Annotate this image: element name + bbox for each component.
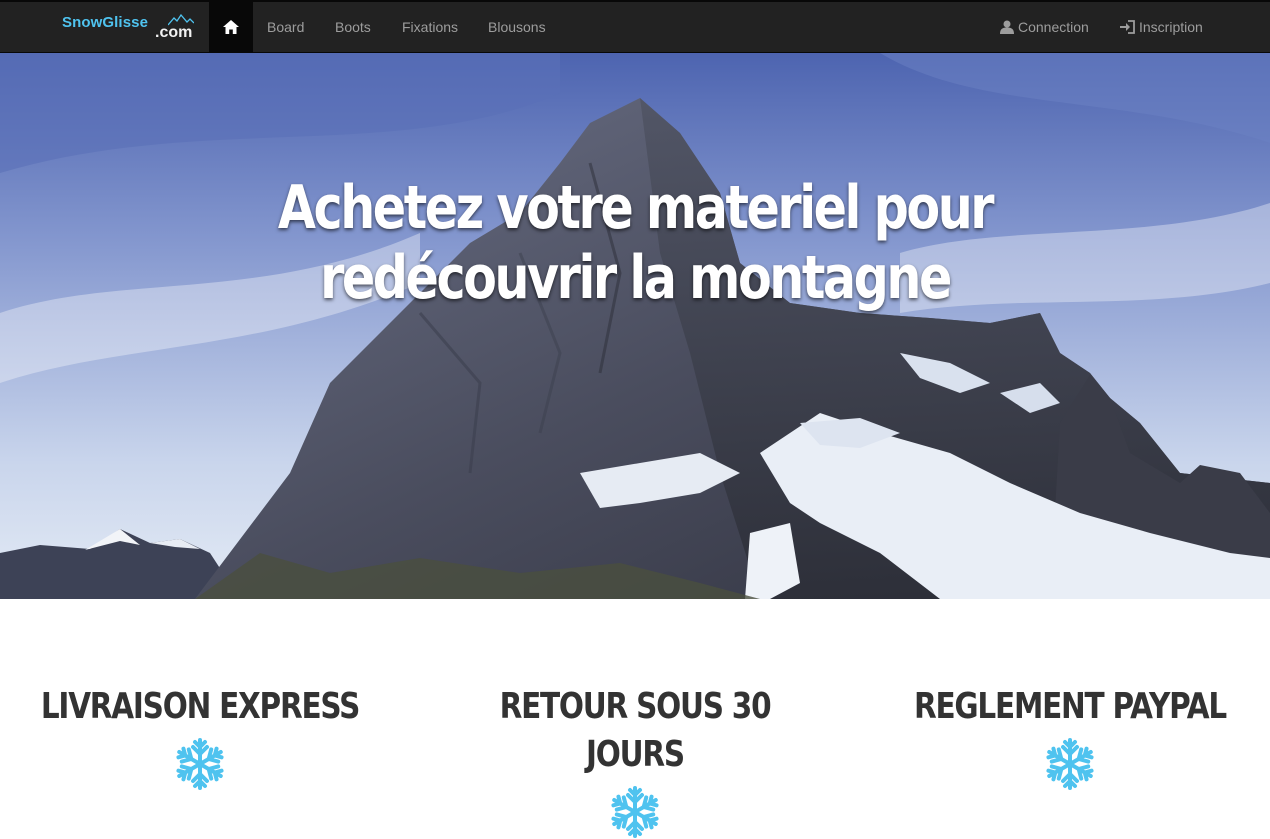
inscription-link[interactable]: Inscription [1120,19,1203,35]
connection-label: Connection [1018,19,1089,35]
hero-title-line2: redécouvrir la montagne [320,243,952,313]
feature-retour: RETOUR SOUS 30 JOURS [435,683,835,839]
brand-logo[interactable]: SnowGlisse .com [62,12,202,46]
feature-reglement: REGLEMENT PAYPAL [870,683,1270,791]
user-icon [1000,20,1014,34]
nav-item-boots[interactable]: Boots [335,19,371,35]
hero-carousel: Achetez votre materiel pour redécouvrir … [0,53,1270,599]
inscription-label: Inscription [1139,19,1203,35]
connection-link[interactable]: Connection [1000,19,1089,35]
mountain-landscape-image [0,53,1270,599]
hero-title-line1: Achetez votre materiel pour [277,173,995,243]
feature-title: LIVRAISON EXPRESS [40,686,361,727]
hero-title: Achetez votre materiel pour redécouvrir … [114,173,1155,313]
home-icon [223,20,239,34]
feature-title: RETOUR SOUS 30 JOURS [499,686,772,775]
feature-livraison: LIVRAISON EXPRESS [0,683,400,791]
log-in-icon [1120,20,1135,34]
snowflake-icon [1043,738,1097,790]
navbar: SnowGlisse .com Board Boots Fixations Bl… [0,0,1270,53]
snowflake-icon [608,786,662,838]
snowflake-icon [173,738,227,790]
nav-item-blousons[interactable]: Blousons [488,19,546,35]
nav-item-board[interactable]: Board [267,19,304,35]
brand-name-part1: SnowGlisse [62,14,149,31]
brand-name-part2: .com [155,24,193,41]
feature-title: REGLEMENT PAYPAL [913,686,1227,727]
nav-item-fixations[interactable]: Fixations [402,19,458,35]
nav-home-button[interactable] [209,2,253,52]
